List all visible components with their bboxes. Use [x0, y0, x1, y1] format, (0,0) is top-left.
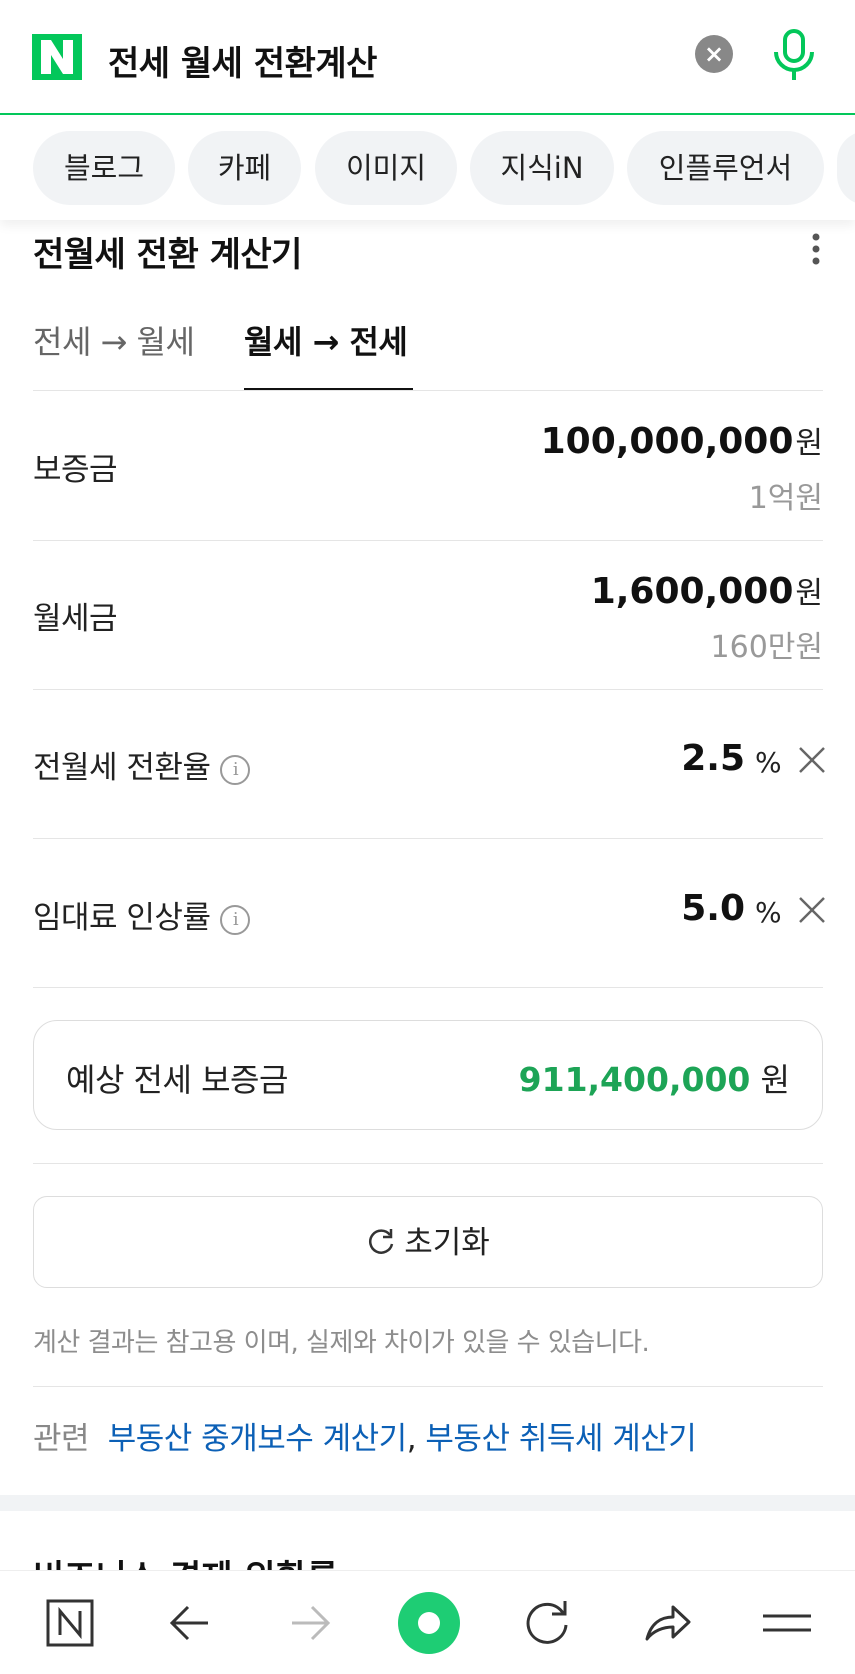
related-label: 관련: [33, 1421, 90, 1457]
result-value: 911,400,000: [518, 1060, 751, 1099]
deposit-unit: 원: [795, 426, 823, 461]
rent-increase-row: 임대료 인상률 i: [33, 892, 251, 937]
acquisition-tax-calculator-link[interactable]: 부동산 취득세 계산기: [425, 1421, 696, 1457]
related-links: 관련 부동산 중개보수 계산기, 부동산 취득세 계산기: [33, 1413, 697, 1458]
divider: [33, 987, 823, 988]
monthly-rent-field[interactable]: 1,600,000원: [591, 568, 823, 612]
clear-rent-increase-icon[interactable]: [797, 895, 827, 925]
reset-button[interactable]: 초기화: [33, 1196, 823, 1288]
info-icon[interactable]: i: [220, 754, 251, 785]
divider: [33, 1386, 823, 1387]
monthly-rent-unit: 원: [795, 576, 823, 611]
result-amount: 911,400,000 원: [519, 1055, 790, 1101]
deposit-value: 100,000,000: [540, 421, 794, 462]
chip-cafe[interactable]: 카페: [188, 131, 301, 205]
info-icon[interactable]: i: [220, 904, 251, 935]
monthly-rent-value: 1,600,000: [590, 571, 794, 612]
divider: [33, 540, 823, 541]
chip-image[interactable]: 이미지: [315, 131, 457, 205]
more-options-icon[interactable]: [808, 232, 824, 266]
share-icon[interactable]: [637, 1593, 697, 1653]
tab-jeonse-to-wolse[interactable]: 전세 → 월세: [33, 317, 195, 363]
deposit-field[interactable]: 100,000,000원: [541, 418, 823, 462]
clear-conversion-rate-icon[interactable]: [797, 745, 827, 775]
bottom-navigation: [0, 1570, 855, 1674]
rent-increase-label: 임대료 인상률: [33, 900, 211, 936]
search-filter-chips: 블로그 카페 이미지 지식iN 인플루언서: [0, 117, 855, 220]
tab-wolse-to-jeonse[interactable]: 월세 → 전세: [244, 317, 408, 363]
refresh-icon[interactable]: [517, 1593, 577, 1653]
conversion-rate-unit: %: [755, 746, 782, 779]
link-separator: ,: [406, 1421, 417, 1457]
green-dot-icon[interactable]: [396, 1590, 462, 1656]
chip-influencer[interactable]: 인플루언서: [627, 131, 824, 205]
chip-more[interactable]: [837, 131, 855, 205]
disclaimer-text: 계산 결과는 참고용 이며, 실제와 차이가 있을 수 있습니다.: [33, 1328, 650, 1358]
divider: [33, 689, 823, 690]
conversion-rate-input[interactable]: 2.5: [681, 738, 745, 779]
brokerage-fee-calculator-link[interactable]: 부동산 중개보수 계산기: [108, 1421, 407, 1457]
monthly-rent-korean-amount: 160만원: [710, 630, 823, 665]
divider: [33, 1163, 823, 1164]
conversion-rate-row: 전월세 전환율 i: [33, 742, 251, 787]
result-label: 예상 전세 보증금: [66, 1061, 288, 1099]
conversion-rate-label: 전월세 전환율: [33, 750, 211, 786]
chip-blog[interactable]: 블로그: [33, 131, 175, 205]
reset-label: 초기화: [404, 1225, 490, 1261]
naver-home-icon[interactable]: [40, 1593, 100, 1653]
refresh-icon: [369, 1228, 394, 1254]
search-bar: 전세 월세 전환계산 ×: [0, 0, 855, 115]
chip-kin[interactable]: 지식iN: [470, 131, 614, 205]
deposit-label: 보증금: [33, 452, 118, 488]
forward-arrow-icon[interactable]: [280, 1593, 340, 1653]
result-box: 예상 전세 보증금 911,400,000 원: [33, 1020, 823, 1130]
back-arrow-icon[interactable]: [160, 1593, 220, 1653]
naver-logo-icon[interactable]: [32, 34, 82, 80]
search-input[interactable]: 전세 월세 전환계산: [108, 36, 377, 85]
clear-search-button[interactable]: ×: [695, 35, 733, 73]
rent-increase-input[interactable]: 5.0: [681, 888, 745, 929]
menu-icon[interactable]: [757, 1593, 817, 1653]
rent-increase-unit: %: [755, 896, 782, 929]
deposit-korean-amount: 1억원: [748, 481, 823, 516]
divider: [33, 390, 823, 391]
divider: [33, 838, 823, 839]
section-separator: [0, 1495, 855, 1511]
microphone-icon[interactable]: [770, 28, 818, 84]
calculator-title: 전월세 전환 계산기: [33, 235, 302, 275]
monthly-rent-label: 월세금: [33, 601, 118, 637]
result-unit: 원: [760, 1061, 790, 1099]
